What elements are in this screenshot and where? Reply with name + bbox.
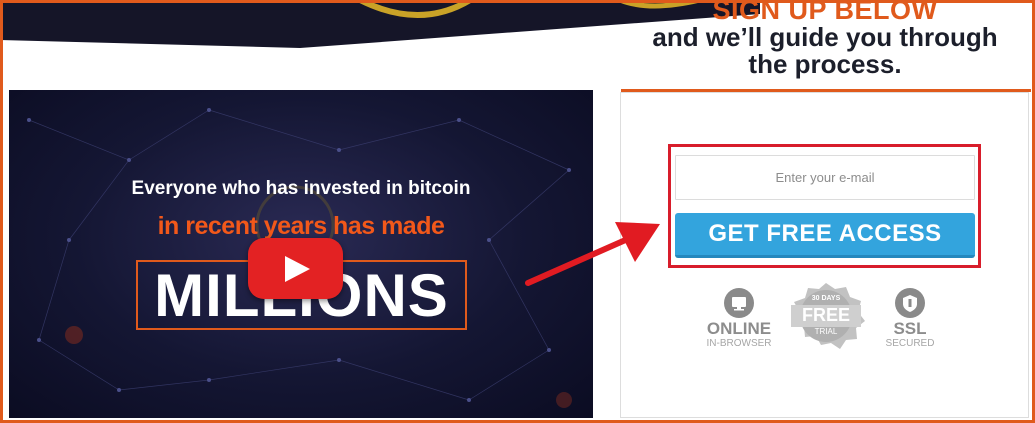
- video-subheadline: in recent years has made: [157, 212, 445, 240]
- play-button[interactable]: [248, 238, 343, 299]
- heading-title: SIGN UP BELOW: [712, 0, 938, 25]
- monitor-icon: [724, 288, 754, 318]
- badge-free-subtitle: TRIAL: [814, 327, 838, 336]
- badge-online-subtitle: IN-BROWSER: [706, 338, 772, 349]
- badge-online-title: ONLINE: [706, 319, 772, 338]
- badge-free-trial: 30 DAYS FREE TRIAL: [785, 283, 867, 349]
- signup-heading: SIGN UP BELOW and we’ll guide you throug…: [620, 0, 1030, 78]
- youtube-play-icon: [285, 256, 310, 282]
- promo-video[interactable]: Everyone who has invested in bitcoin in …: [9, 90, 593, 418]
- heading-subtitle-line1: and we’ll guide you through: [652, 22, 998, 52]
- heading-subtitle-line2: the process.: [748, 49, 902, 79]
- badge-ssl: SSL SECURED: [880, 288, 940, 349]
- badge-free-top: 30 DAYS: [811, 295, 841, 302]
- shield-icon: [895, 288, 925, 318]
- video-headline: Everyone who has invested in bitcoin: [131, 178, 471, 199]
- heading-divider: [621, 89, 1031, 92]
- red-arrow-icon: [525, 222, 660, 286]
- badge-ssl-title: SSL: [893, 319, 927, 338]
- email-input[interactable]: [675, 155, 975, 200]
- get-free-access-button[interactable]: GET FREE ACCESS: [675, 213, 975, 258]
- badge-online: ONLINE IN-BROWSER: [700, 288, 778, 349]
- badge-free-title: FREE: [801, 305, 850, 325]
- badge-ssl-subtitle: SECURED: [885, 338, 935, 349]
